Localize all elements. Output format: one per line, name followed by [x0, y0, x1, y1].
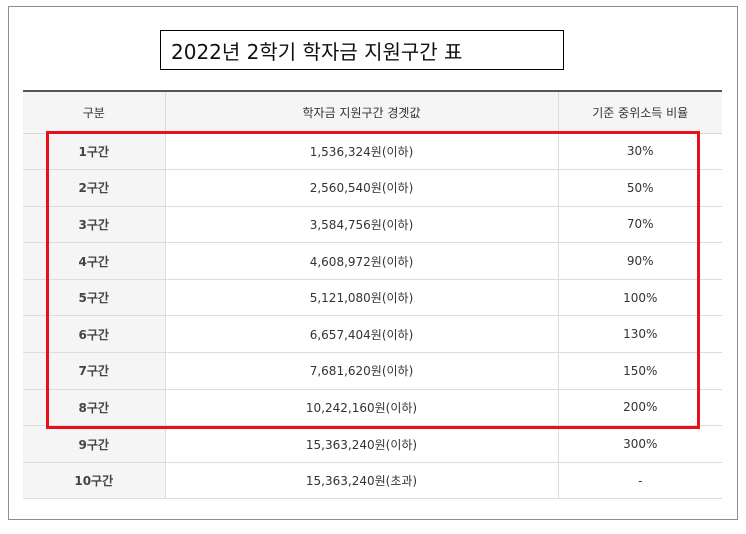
row-threshold: 2,560,540원(이하) [164, 169, 558, 207]
row-threshold: 4,608,972원(이하) [164, 242, 558, 280]
row-threshold: 10,242,160원(이하) [164, 389, 558, 427]
row-category: 5구간 [23, 279, 165, 317]
row-category: 6구간 [23, 315, 165, 354]
row-threshold: 5,121,080원(이하) [164, 279, 558, 317]
table-row: 7구간 7,681,620원(이하) 150% [23, 352, 722, 390]
table-row: 2구간 2,560,540원(이하) 50% [23, 169, 722, 207]
row-ratio: - [557, 462, 722, 500]
row-ratio: 100% [557, 279, 722, 317]
row-category: 7구간 [23, 352, 165, 390]
row-category: 8구간 [23, 389, 165, 427]
support-bracket-table: 구분 학자금 지원구간 경곗값 기준 중위소득 비율 1구간 1,536,324… [23, 90, 722, 500]
table-row: 8구간 10,242,160원(이하) 200% [23, 389, 722, 427]
header-ratio: 기준 중위소득 비율 [557, 90, 722, 134]
row-category: 9구간 [23, 425, 165, 463]
table-row: 4구간 4,608,972원(이하) 90% [23, 242, 722, 280]
row-ratio: 130% [557, 315, 722, 354]
row-ratio: 300% [557, 425, 722, 463]
page-title: 2022년 2학기 학자금 지원구간 표 [160, 30, 564, 70]
table-row: 3구간 3,584,756원(이하) 70% [23, 206, 722, 244]
row-category: 4구간 [23, 242, 165, 280]
row-threshold: 6,657,404원(이하) [164, 315, 558, 354]
row-threshold: 15,363,240원(초과) [164, 462, 558, 500]
row-category: 1구간 [23, 133, 165, 171]
row-threshold: 7,681,620원(이하) [164, 352, 558, 390]
row-ratio: 50% [557, 169, 722, 207]
row-ratio: 70% [557, 206, 722, 244]
table-row: 9구간 15,363,240원(이하) 300% [23, 425, 722, 463]
row-threshold: 15,363,240원(이하) [164, 425, 558, 463]
table-row: 6구간 6,657,404원(이하) 130% [23, 315, 722, 354]
table-row: 5구간 5,121,080원(이하) 100% [23, 279, 722, 317]
row-category: 3구간 [23, 206, 165, 244]
table-header-row: 구분 학자금 지원구간 경곗값 기준 중위소득 비율 [23, 90, 722, 134]
row-ratio: 150% [557, 352, 722, 390]
row-threshold: 1,536,324원(이하) [164, 133, 558, 171]
row-ratio: 200% [557, 389, 722, 427]
row-ratio: 90% [557, 242, 722, 280]
table-row: 1구간 1,536,324원(이하) 30% [23, 133, 722, 171]
row-threshold: 3,584,756원(이하) [164, 206, 558, 244]
table-row: 10구간 15,363,240원(초과) - [23, 462, 722, 500]
row-category: 10구간 [23, 462, 165, 500]
header-threshold: 학자금 지원구간 경곗값 [164, 90, 558, 134]
support-bracket-table-container: 구분 학자금 지원구간 경곗값 기준 중위소득 비율 1구간 1,536,324… [23, 90, 722, 500]
header-category: 구분 [23, 90, 165, 134]
row-ratio: 30% [557, 133, 722, 171]
row-category: 2구간 [23, 169, 165, 207]
